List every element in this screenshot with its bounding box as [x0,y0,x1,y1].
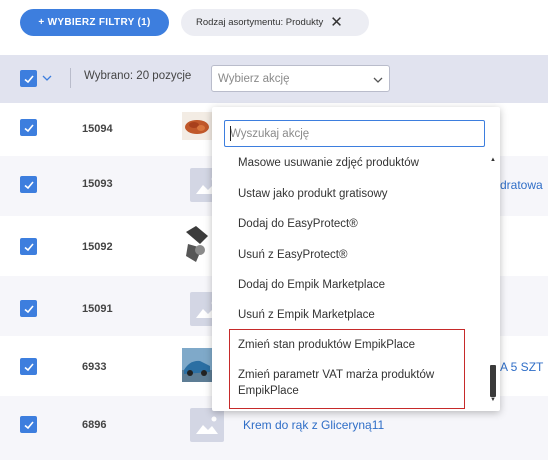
row-checkbox[interactable] [20,176,37,193]
action-dropdown: Wyszukaj akcję Masowe usuwanie zdjęć pro… [212,107,500,411]
check-icon [23,74,34,83]
close-icon[interactable]: ✕ [330,15,343,30]
check-icon [23,420,34,429]
row-id: 6933 [82,361,107,373]
action-select-placeholder: Wybierz akcję [218,72,290,85]
selected-count: Wybrano: 20 pozycje [84,70,192,82]
product-name-link[interactable]: dratowa [500,178,543,192]
check-icon [23,242,34,251]
text-caret [230,126,231,141]
header-divider [70,68,71,88]
product-image [182,222,212,268]
scroll-down-arrow-icon[interactable]: ▼ [490,397,496,403]
row-id: 15093 [82,178,113,190]
select-all-checkbox[interactable] [20,70,37,87]
chevron-down-icon [373,77,383,83]
chevron-down-icon[interactable] [42,73,52,83]
action-item[interactable]: Dodaj do EasyProtect® [238,216,358,232]
action-item[interactable]: Masowe usuwanie zdjęć produktów [238,155,419,171]
action-item[interactable]: Ustaw jako produkt gratisowy [238,186,388,202]
row-checkbox[interactable] [20,119,37,136]
row-checkbox[interactable] [20,300,37,317]
row-id: 15094 [82,123,113,135]
product-name-link[interactable]: A 5 SZT [500,360,543,374]
filter-chip-label: Rodzaj asortymentu: Produkty [196,17,324,28]
row-id: 6896 [82,419,107,431]
product-thumbnail[interactable] [182,222,212,268]
product-thumbnail[interactable] [182,112,212,140]
row-checkbox[interactable] [20,416,37,433]
choose-filters-button[interactable]: + WYBIERZ FILTRY (1) [20,9,169,36]
image-placeholder-icon [190,408,224,442]
action-item[interactable]: Zmień stan produktów EmpikPlace [238,337,415,353]
action-item[interactable]: Zmień parametr VAT marża produktów Empik… [238,367,464,399]
scrollbar-thumb[interactable] [490,365,496,397]
row-checkbox[interactable] [20,238,37,255]
action-item[interactable]: Usuń z EasyProtect® [238,247,347,263]
check-icon [23,123,34,132]
check-icon [23,362,34,371]
check-icon [23,304,34,313]
product-name-link[interactable]: Krem do rąk z Gliceryną11 [243,418,384,432]
action-item[interactable]: Dodaj do Empik Marketplace [238,277,385,293]
row-checkbox[interactable] [20,358,37,375]
product-thumbnail[interactable] [182,348,212,382]
scroll-up-arrow-icon[interactable]: ▲ [490,157,496,163]
action-search-placeholder: Wyszukaj akcję [230,127,310,140]
action-search-input[interactable]: Wyszukaj akcję [224,120,485,147]
product-image [182,112,212,140]
action-select[interactable]: Wybierz akcję [211,65,390,92]
row-id: 15092 [82,241,113,253]
filter-chip: Rodzaj asortymentu: Produkty ✕ [181,9,369,36]
row-id: 15091 [82,303,113,315]
product-image [182,348,212,382]
check-icon [23,180,34,189]
action-item[interactable]: Usuń z Empik Marketplace [238,307,375,323]
